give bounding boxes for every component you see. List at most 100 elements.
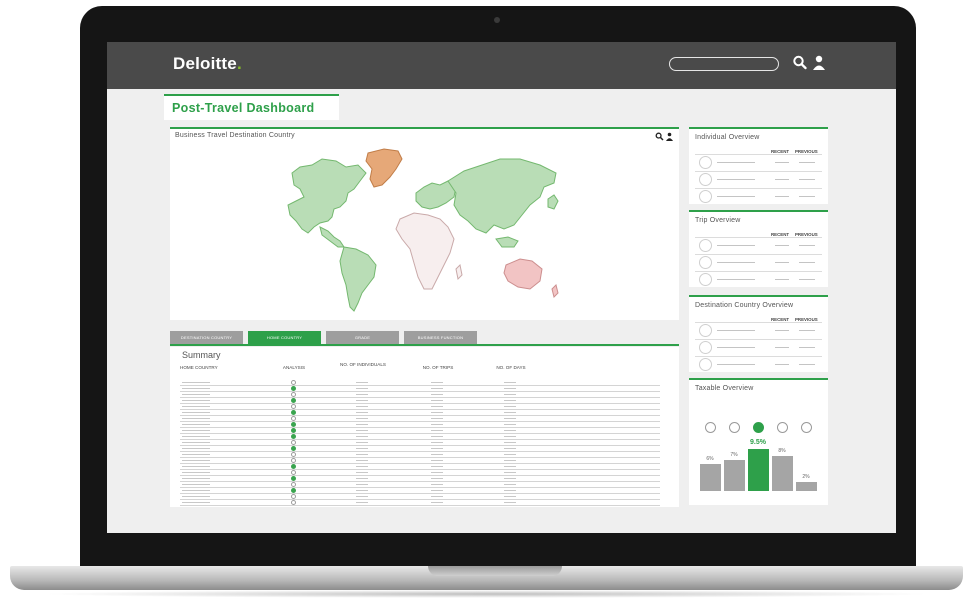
overview-row-avatar[interactable]	[699, 324, 712, 337]
days-value	[504, 496, 516, 497]
individuals-value	[356, 436, 368, 437]
days-value	[504, 400, 516, 401]
analysis-dot-filled[interactable]	[291, 386, 296, 391]
user-icon[interactable]	[811, 54, 827, 72]
trips-value	[431, 394, 443, 395]
overview-row-divider	[695, 339, 822, 340]
taxable-category-icon[interactable]	[729, 422, 740, 433]
analysis-dot-empty[interactable]	[291, 380, 296, 385]
map-north-america	[287, 158, 367, 234]
analysis-dot-filled[interactable]	[291, 488, 296, 493]
overview-recent-value	[775, 347, 789, 348]
analysis-dot-empty[interactable]	[291, 440, 296, 445]
analysis-dot-empty[interactable]	[291, 458, 296, 463]
analysis-dot-empty[interactable]	[291, 482, 296, 487]
map-central-america	[319, 226, 345, 248]
trips-value	[431, 484, 443, 485]
overview-recent-value	[775, 330, 789, 331]
overview-row-label	[717, 245, 755, 246]
home-country-value	[182, 406, 210, 407]
overview-row-avatar[interactable]	[699, 156, 712, 169]
overview-row-label	[717, 162, 755, 163]
analysis-dot-empty[interactable]	[291, 404, 296, 409]
analysis-dot-filled[interactable]	[291, 410, 296, 415]
overview-panel-title: Trip Overview	[695, 217, 741, 224]
col-analysis: ANALYSIS	[282, 365, 306, 370]
analysis-dot-filled[interactable]	[291, 446, 296, 451]
analysis-dot-empty[interactable]	[291, 416, 296, 421]
days-value	[504, 502, 516, 503]
overview-row-avatar[interactable]	[699, 173, 712, 186]
analysis-dot-filled[interactable]	[291, 476, 296, 481]
home-country-value	[182, 382, 210, 383]
taxable-category-icon[interactable]	[705, 422, 716, 433]
overview-row-avatar[interactable]	[699, 273, 712, 286]
taxable-bar[interactable]	[748, 449, 769, 491]
trips-value	[431, 412, 443, 413]
days-value	[504, 382, 516, 383]
individuals-value	[356, 442, 368, 443]
analysis-dot-filled[interactable]	[291, 398, 296, 403]
tab-home-country[interactable]: HOME COUNTRY	[248, 331, 321, 344]
analysis-dot-filled[interactable]	[291, 422, 296, 427]
individuals-value	[356, 466, 368, 467]
overview-row-label	[717, 179, 755, 180]
trips-value	[431, 418, 443, 419]
map-australia	[503, 258, 543, 290]
overview-row-label	[717, 279, 755, 280]
summary-panel: Summary HOME COUNTRY ANALYSIS NO. OF IND…	[170, 347, 679, 507]
map-indonesia	[495, 236, 519, 248]
map-new-zealand	[551, 284, 559, 298]
overview-recent-value	[775, 279, 789, 280]
overview-row-label	[717, 262, 755, 263]
individuals-value	[356, 496, 368, 497]
trips-value	[431, 406, 443, 407]
analysis-dot-empty[interactable]	[291, 392, 296, 397]
individuals-value	[356, 424, 368, 425]
map-south-america	[339, 246, 377, 312]
tab-destination-country[interactable]: DESTINATION COUNTRY	[170, 331, 243, 344]
analysis-dot-empty[interactable]	[291, 452, 296, 457]
analysis-dot-empty[interactable]	[291, 494, 296, 499]
overview-recent-value	[775, 245, 789, 246]
taxable-bar[interactable]	[724, 460, 745, 491]
taxable-category-icon[interactable]	[753, 422, 764, 433]
taxable-bar[interactable]	[700, 464, 721, 491]
search-input[interactable]	[669, 57, 779, 71]
tab-business-function[interactable]: BUSINESS FUNCTION	[404, 331, 477, 344]
col-no-trips: NO. OF TRIPS	[422, 365, 454, 370]
days-value	[504, 406, 516, 407]
overview-row-avatar[interactable]	[699, 358, 712, 371]
table-row[interactable]	[170, 500, 679, 506]
individuals-value	[356, 502, 368, 503]
overview-row-avatar[interactable]	[699, 256, 712, 269]
dashboard-screen: Deloitte. Post-Travel Dashboard Business…	[107, 42, 896, 533]
trips-value	[431, 382, 443, 383]
analysis-dot-empty[interactable]	[291, 500, 296, 505]
individuals-value	[356, 406, 368, 407]
overview-row-label	[717, 330, 755, 331]
overview-row-avatar[interactable]	[699, 239, 712, 252]
taxable-category-icon[interactable]	[777, 422, 788, 433]
trips-value	[431, 424, 443, 425]
taxable-category-icon[interactable]	[801, 422, 812, 433]
taxable-bar[interactable]	[772, 456, 793, 491]
analysis-dot-filled[interactable]	[291, 434, 296, 439]
analysis-dot-filled[interactable]	[291, 428, 296, 433]
deloitte-logo[interactable]: Deloitte.	[173, 54, 242, 74]
taxable-bar[interactable]	[796, 482, 817, 491]
overview-previous-value	[799, 245, 815, 246]
analysis-dot-filled[interactable]	[291, 464, 296, 469]
overview-row-divider	[695, 188, 822, 189]
days-value	[504, 394, 516, 395]
overview-row-label	[717, 196, 755, 197]
search-icon[interactable]	[792, 54, 808, 72]
overview-row-avatar[interactable]	[699, 341, 712, 354]
tab-grade[interactable]: GRADE	[326, 331, 399, 344]
world-map[interactable]	[170, 129, 679, 322]
overview-row-label	[717, 364, 755, 365]
individuals-value	[356, 382, 368, 383]
overview-row-avatar[interactable]	[699, 190, 712, 203]
analysis-dot-empty[interactable]	[291, 470, 296, 475]
days-value	[504, 484, 516, 485]
